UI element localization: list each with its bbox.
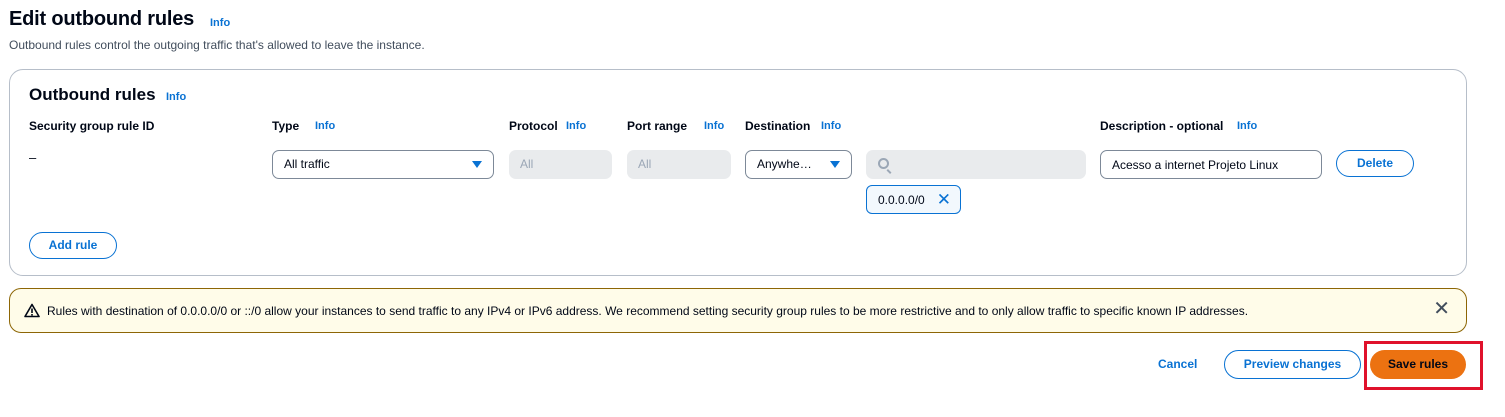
warning-icon bbox=[24, 303, 40, 318]
column-header-destination: Destination bbox=[745, 119, 811, 133]
protocol-input: All bbox=[509, 150, 612, 179]
description-input[interactable]: Acesso a internet Projeto Linux bbox=[1100, 150, 1322, 179]
caret-down-icon bbox=[472, 161, 482, 168]
search-icon bbox=[878, 158, 889, 169]
column-header-port-range: Port range bbox=[627, 119, 688, 133]
type-select[interactable]: All traffic bbox=[272, 150, 494, 179]
add-rule-button[interactable]: Add rule bbox=[29, 232, 117, 259]
destination-info-link[interactable]: Info bbox=[821, 120, 841, 132]
port-range-info-link[interactable]: Info bbox=[704, 120, 724, 132]
destination-type-select[interactable]: Anywhe… bbox=[745, 150, 852, 179]
protocol-info-link[interactable]: Info bbox=[566, 120, 586, 132]
outbound-rules-panel: Outbound rules Info Security group rule … bbox=[9, 69, 1467, 276]
destination-type-value: Anywhe… bbox=[757, 157, 812, 171]
column-header-rule-id: Security group rule ID bbox=[29, 119, 155, 133]
preview-changes-button[interactable]: Preview changes bbox=[1224, 350, 1361, 379]
panel-title: Outbound rules bbox=[29, 85, 156, 104]
column-header-protocol: Protocol bbox=[509, 119, 558, 133]
page-title: Edit outbound rules bbox=[9, 8, 195, 30]
column-header-type: Type bbox=[272, 119, 300, 133]
warning-alert: Rules with destination of 0.0.0.0/0 or :… bbox=[9, 288, 1467, 333]
dismiss-alert-close-icon[interactable]: ✕ bbox=[1433, 299, 1450, 319]
page-title-info-link[interactable]: Info bbox=[210, 17, 230, 29]
destination-token: 0.0.0.0/0 ✕ bbox=[866, 185, 961, 214]
caret-down-icon bbox=[830, 161, 840, 168]
remove-token-close-icon[interactable]: ✕ bbox=[937, 191, 951, 208]
panel-title-info-link[interactable]: Info bbox=[166, 91, 186, 103]
type-info-link[interactable]: Info bbox=[315, 120, 335, 132]
delete-rule-button[interactable]: Delete bbox=[1336, 150, 1414, 177]
page-description: Outbound rules control the outgoing traf… bbox=[9, 38, 425, 52]
description-info-link[interactable]: Info bbox=[1237, 120, 1257, 132]
type-select-value: All traffic bbox=[284, 157, 330, 171]
port-range-input: All bbox=[627, 150, 731, 179]
column-header-description: Description - optional bbox=[1100, 119, 1224, 133]
destination-token-label: 0.0.0.0/0 bbox=[878, 193, 925, 207]
rule-id-value: – bbox=[29, 150, 37, 165]
destination-search-input[interactable] bbox=[866, 150, 1086, 179]
save-rules-highlight-box bbox=[1364, 341, 1483, 390]
warning-alert-text: Rules with destination of 0.0.0.0/0 or :… bbox=[47, 304, 1249, 318]
cancel-button[interactable]: Cancel bbox=[1158, 357, 1197, 371]
